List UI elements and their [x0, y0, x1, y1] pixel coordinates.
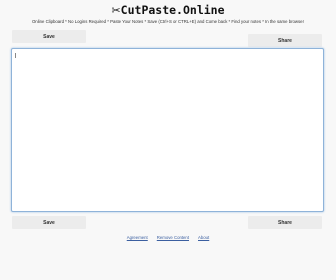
save-button-bottom[interactable]: Save	[12, 216, 86, 229]
remove-content-link[interactable]: Remove Content	[157, 235, 189, 240]
site-logo[interactable]: ✂CutPaste.Online	[0, 3, 336, 17]
footer-links: Agreement Remove Content About	[0, 235, 336, 240]
scissors-icon: ✂	[111, 4, 121, 17]
text-caret	[15, 53, 16, 58]
notes-textarea[interactable]	[11, 48, 324, 212]
save-button-top[interactable]: Save	[12, 30, 86, 43]
share-button-bottom[interactable]: Share	[248, 216, 322, 229]
site-name: CutPaste.Online	[120, 3, 225, 17]
about-link[interactable]: About	[198, 235, 209, 240]
tagline: Online Clipboard * No Logins Required * …	[31, 19, 305, 24]
share-button-top[interactable]: Share	[248, 34, 322, 47]
agreement-link[interactable]: Agreement	[127, 235, 148, 240]
